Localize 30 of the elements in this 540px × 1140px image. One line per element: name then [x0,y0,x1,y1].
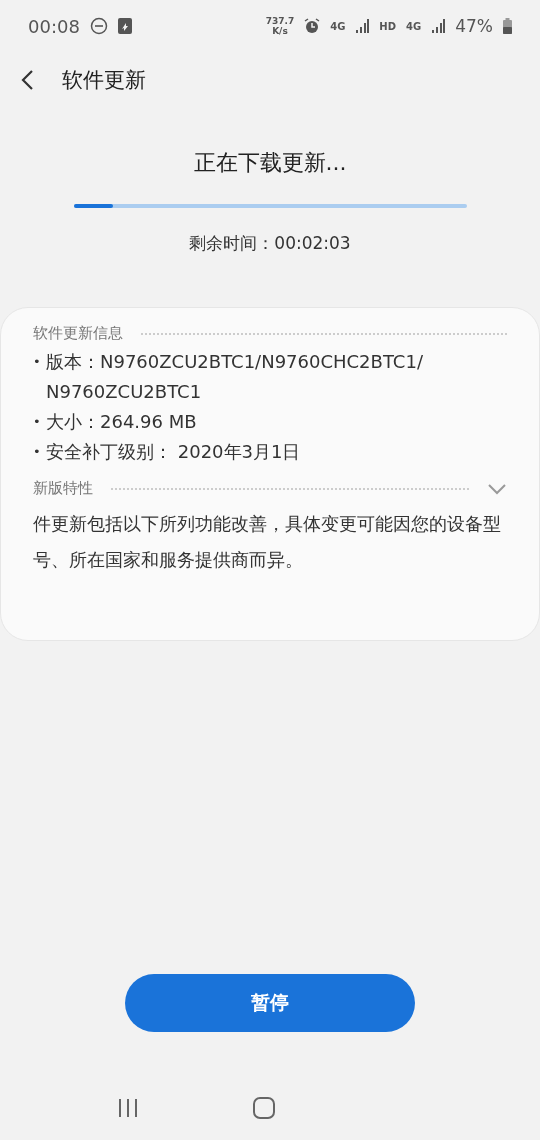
bullet: • [33,413,42,431]
section-heading: 新版特性 [33,479,93,498]
back-icon[interactable] [20,69,34,91]
network-type: 4G [406,20,422,32]
section-heading: 软件更新信息 [33,324,123,343]
info-text: 安全补丁级别： 2020年3月1日 [46,440,301,464]
signal-icon [355,19,370,33]
battery-percent: 47% [455,16,493,36]
battery-icon [503,18,512,34]
network-type: 4G [330,20,346,32]
info-text: N9760ZCU2BTC1 [46,380,203,404]
remaining-time: 剩余时间：00:02:03 [189,232,351,255]
info-text: 大小：264.96 MB [46,410,197,434]
chevron-down-icon[interactable] [487,482,507,495]
recent-apps-icon[interactable] [118,1099,138,1117]
features-text: 件更新包括以下所列功能改善，具体变更可能因您的设备型号、所在国家和服务提供商而异。 [33,512,502,572]
alarm-icon [304,18,321,34]
signal-icon [431,19,446,33]
download-status: 正在下载更新... [193,149,347,177]
home-icon[interactable] [253,1097,275,1119]
page-title: 软件更新 [62,67,146,94]
bullet: • [33,443,42,461]
charging-app-icon [117,18,132,34]
do-not-disturb-icon [89,17,108,35]
pause-button[interactable]: 暂停 [125,974,415,1032]
bullet: • [33,353,42,371]
network-speed: 737.7 K/s [265,16,295,36]
hd-voice: HD [379,20,397,32]
status-time: 00:08 [28,15,80,37]
info-text: 版本：N9760ZCU2BTC1/N9760CHC2BTC1/ [46,350,423,374]
